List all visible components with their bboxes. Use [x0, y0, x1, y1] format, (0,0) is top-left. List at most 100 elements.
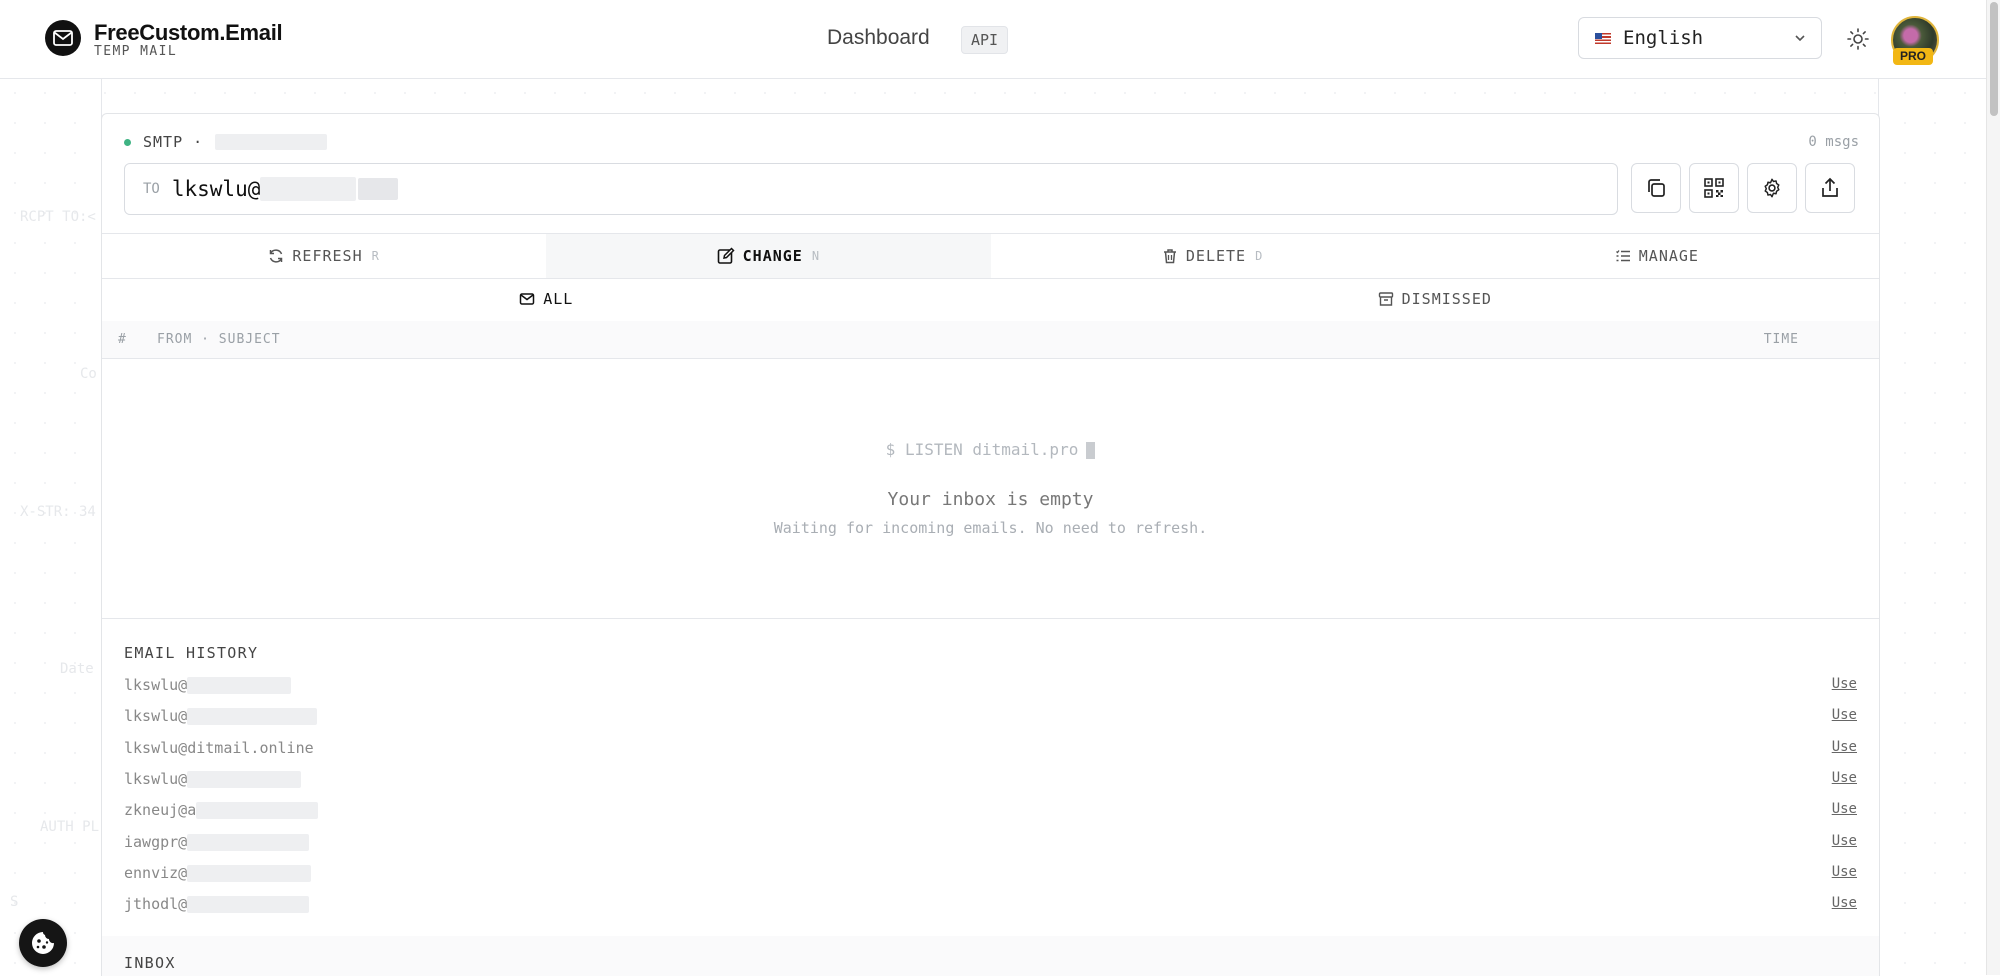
use-address-button[interactable]: Use: [1832, 707, 1857, 723]
redacted-domain: [187, 771, 302, 788]
edit-icon: [717, 247, 735, 264]
share-button[interactable]: [1805, 163, 1855, 213]
history-address: lkswlu@: [124, 676, 292, 694]
use-address-button[interactable]: Use: [1832, 801, 1857, 817]
history-item: ennviz@ Use: [124, 862, 1857, 886]
cookie-settings-button[interactable]: [19, 919, 67, 967]
redacted-host: [215, 134, 328, 150]
redacted-domain: [187, 834, 310, 851]
mail-icon: [519, 293, 535, 305]
background-label: S: [10, 894, 19, 910]
redacted-domain: [187, 708, 318, 725]
archive-icon: [1378, 292, 1393, 306]
empty-inbox-state: $ LISTEN ditmail.pro Your inbox is empty…: [102, 358, 1879, 619]
use-address-button[interactable]: Use: [1832, 676, 1857, 692]
redacted-domain: [187, 677, 292, 694]
chevron-down-icon: [1795, 35, 1805, 42]
history-item: lkswlu@ditmail.online Use: [124, 737, 1857, 761]
sun-icon[interactable]: [1846, 27, 1870, 51]
empty-title: Your inbox is empty: [887, 489, 1094, 510]
manage-button[interactable]: MANAGE: [1435, 234, 1879, 278]
use-address-button[interactable]: Use: [1832, 770, 1857, 786]
listen-status: $ LISTEN ditmail.pro: [102, 440, 1879, 459]
cookie-icon: [32, 932, 54, 954]
history-address-text: lkswlu@: [124, 707, 188, 725]
change-button[interactable]: CHANGE N: [546, 234, 991, 278]
history-address-text: lkswlu@: [124, 770, 188, 788]
history-address: iawgpr@: [124, 833, 310, 851]
history-item: lkswlu@ Use: [124, 674, 1857, 698]
use-address-button[interactable]: Use: [1832, 895, 1857, 911]
message-count: 0 msgs: [1808, 134, 1859, 150]
email-address-field[interactable]: TO lkswlu@: [124, 163, 1618, 215]
redacted-domain: [187, 896, 310, 913]
tab-dismissed-label: DISMISSED: [1401, 290, 1492, 308]
history-address-text: ennviz@: [124, 864, 188, 882]
background-label: AUTH PL: [40, 819, 100, 835]
column-from-subject: FROM · SUBJECT: [157, 332, 281, 347]
brand-name[interactable]: FreeCustom.Email: [94, 20, 283, 46]
mailbox-card: SMTP · 0 msgs TO lkswlu@ REFRESH R CHANG…: [101, 113, 1880, 976]
page-scrollbar[interactable]: [1986, 0, 2000, 975]
redacted-domain: [187, 865, 312, 882]
tab-all-label: ALL: [543, 290, 574, 308]
history-address: lkswlu@: [124, 770, 302, 788]
history-address-text: lkswlu@: [124, 676, 188, 694]
settings-button[interactable]: [1747, 163, 1797, 213]
email-history-title: EMAIL HISTORY: [124, 644, 259, 662]
inbox-section: [102, 936, 1879, 976]
brand-subtitle: TEMP MAIL: [94, 44, 178, 59]
use-address-button[interactable]: Use: [1832, 833, 1857, 849]
email-address[interactable]: lkswlu@: [172, 177, 261, 201]
language-select[interactable]: English: [1578, 17, 1822, 59]
column-time: TIME: [1763, 332, 1799, 347]
background-label: X-STR: 34: [20, 504, 96, 520]
nav-dashboard-link[interactable]: Dashboard: [827, 26, 930, 50]
refresh-button[interactable]: REFRESH R: [102, 234, 546, 278]
background-label: Date: [60, 661, 94, 677]
action-bar: REFRESH R CHANGE N DELETE D MANAGE: [102, 233, 1879, 279]
copy-button[interactable]: [1631, 163, 1681, 213]
history-address: zkneuj@a: [124, 801, 319, 819]
background-label: RCPT TO:<: [20, 209, 96, 225]
smtp-status: SMTP ·: [124, 132, 328, 152]
delete-label: DELETE: [1185, 247, 1247, 265]
pro-badge: PRO: [1893, 48, 1933, 65]
listen-text: $ LISTEN ditmail.pro: [885, 440, 1079, 459]
language-label: English: [1623, 27, 1704, 49]
column-number: #: [118, 332, 127, 347]
delete-shortcut: D: [1255, 249, 1264, 263]
tab-all[interactable]: ALL: [102, 277, 991, 321]
inbox-tabs: ALL DISMISSED: [102, 277, 1879, 322]
history-address-text: zkneuj@a: [124, 801, 197, 819]
tab-dismissed[interactable]: DISMISSED: [991, 277, 1880, 321]
redacted-domain: [260, 177, 357, 201]
email-history-section: EMAIL HISTORY lkswlu@ Use lkswlu@ Use lk…: [102, 618, 1879, 937]
smtp-label: SMTP ·: [143, 133, 204, 151]
nav-api-link[interactable]: API: [961, 26, 1009, 54]
qr-code-button[interactable]: [1689, 163, 1739, 213]
top-header: FreeCustom.Email TEMP MAIL Dashboard API…: [0, 0, 1986, 79]
redacted-domain: [358, 178, 399, 200]
history-address: lkswlu@ditmail.online: [124, 739, 314, 757]
mail-logo-icon[interactable]: [45, 20, 81, 56]
use-address-button[interactable]: Use: [1832, 739, 1857, 755]
use-address-button[interactable]: Use: [1832, 864, 1857, 880]
redacted-domain: [196, 802, 319, 819]
delete-button[interactable]: DELETE D: [991, 234, 1435, 278]
refresh-label: REFRESH: [292, 247, 363, 265]
refresh-shortcut: R: [371, 249, 380, 263]
share-icon: [1822, 177, 1838, 197]
change-label: CHANGE: [742, 247, 803, 265]
terminal-cursor: [1086, 442, 1096, 459]
live-status-dot: [124, 138, 131, 146]
history-address-text: iawgpr@: [124, 833, 188, 851]
scrollbar-thumb[interactable]: [1990, 2, 1998, 116]
history-item: iawgpr@ Use: [124, 831, 1857, 855]
history-item: zkneuj@a Use: [124, 799, 1857, 823]
change-shortcut: N: [811, 249, 821, 263]
trash-icon: [1163, 249, 1176, 264]
empty-subtitle: Waiting for incoming emails. No need to …: [773, 519, 1208, 537]
history-address-text: jthodl@: [124, 895, 188, 913]
to-label: TO: [143, 181, 160, 197]
